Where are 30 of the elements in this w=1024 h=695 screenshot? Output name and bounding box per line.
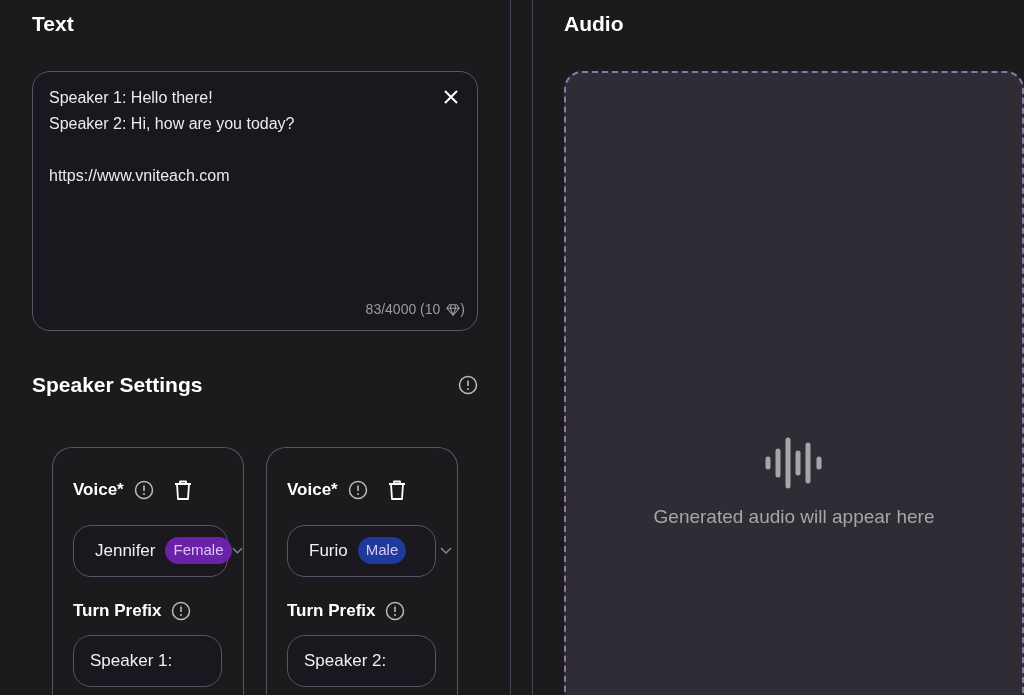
prefix-field[interactable]: Speaker 2: bbox=[287, 634, 436, 687]
waveform-icon bbox=[765, 437, 823, 489]
character-counter-suffix: ) bbox=[460, 300, 465, 319]
info-icon[interactable] bbox=[385, 600, 406, 621]
text-field[interactable]: Speaker 1: Hello there! Speaker 2: Hi, how are you today? https://www.vniteach.com 83/4000 (10 ) bbox=[32, 71, 478, 331]
chevron-down-icon[interactable] bbox=[232, 546, 243, 555]
field-label: Voice* bbox=[287, 478, 338, 501]
gem-icon bbox=[446, 302, 461, 317]
section-title: Audio bbox=[564, 11, 625, 37]
section-title: Text bbox=[32, 11, 75, 37]
voice-select[interactable]: Furio Male bbox=[287, 524, 436, 577]
field-label: Turn Prefix bbox=[73, 599, 162, 622]
section-title: Speaker Settings bbox=[32, 372, 203, 398]
field-label: Turn Prefix bbox=[287, 599, 376, 622]
info-icon[interactable] bbox=[458, 374, 478, 395]
info-icon[interactable] bbox=[347, 479, 368, 500]
trash-icon[interactable] bbox=[387, 479, 406, 500]
info-icon[interactable] bbox=[133, 479, 154, 500]
gender-tag: Female bbox=[165, 537, 232, 564]
character-counter: 83/4000 (10 bbox=[365, 300, 441, 319]
gender-tag: Male bbox=[357, 537, 407, 564]
chevron-down-icon[interactable] bbox=[440, 546, 452, 555]
voice-select[interactable]: Jennifer Female bbox=[73, 524, 229, 577]
text-value: Speaker 1: Hello there! Speaker 2: Hi, how are you today? https://www.vniteach.com bbox=[49, 88, 296, 186]
empty-state-message: Generated audio will appear here bbox=[653, 505, 935, 529]
field-label: Voice* bbox=[73, 478, 124, 501]
prefix-field[interactable]: Speaker 1: bbox=[73, 634, 222, 687]
trash-icon[interactable] bbox=[173, 479, 192, 500]
info-icon[interactable] bbox=[171, 600, 192, 621]
close-icon[interactable] bbox=[444, 90, 458, 104]
